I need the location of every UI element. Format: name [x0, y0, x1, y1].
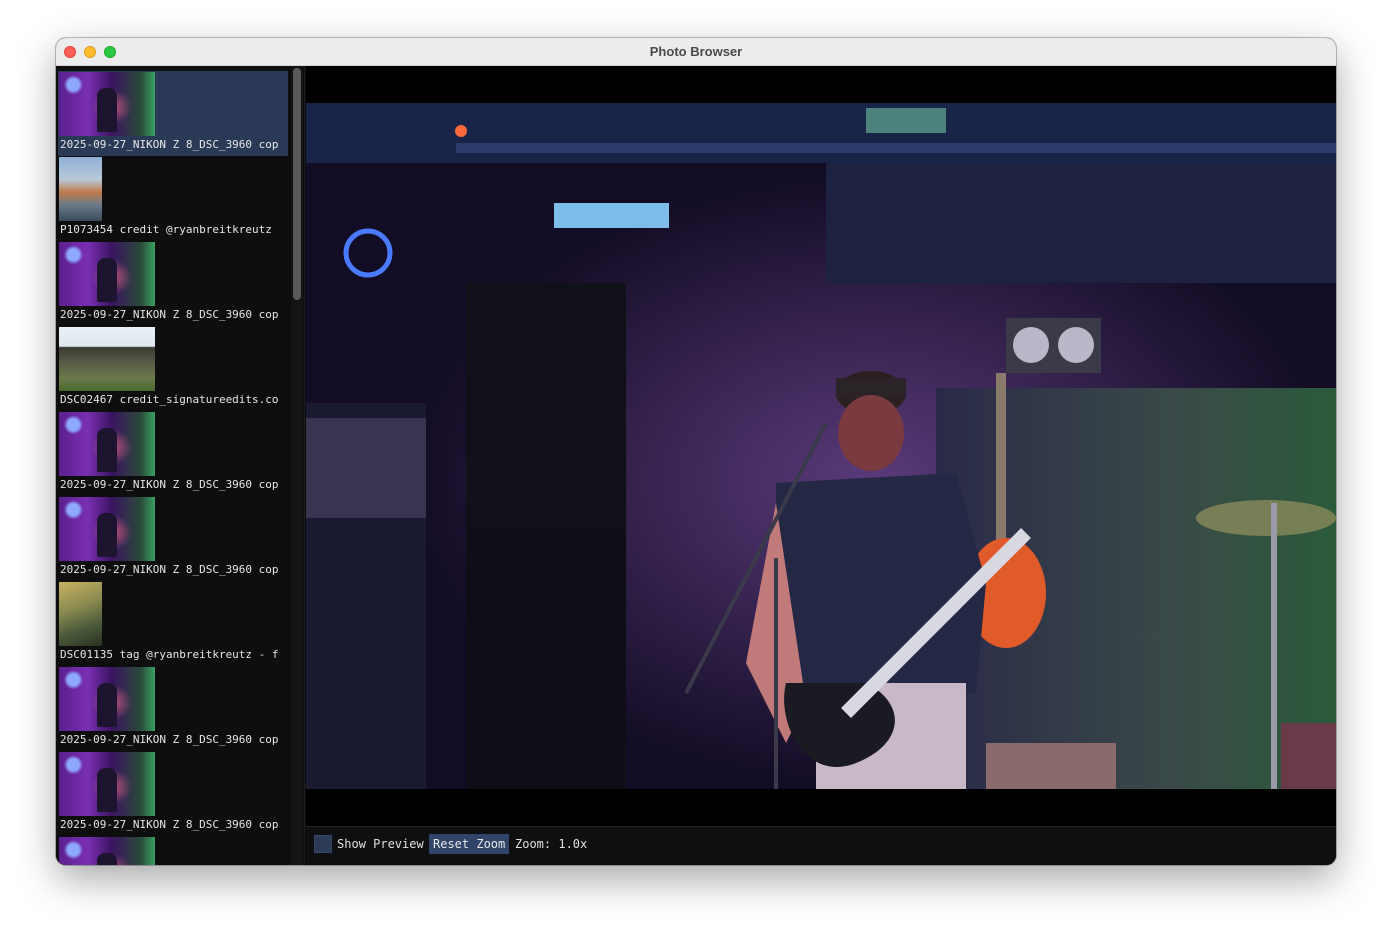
concert-photo[interactable] — [306, 103, 1336, 789]
thumbnail-label: 2025-09-27_NIKON Z 8_DSC_3960 cop — [60, 308, 279, 321]
window-title: Photo Browser — [649, 44, 743, 59]
thumbnail-label: 2025-09-27_NIKON Z 8_DSC_3960 cop — [60, 818, 279, 831]
reset-zoom-button[interactable]: Reset Zoom — [429, 834, 510, 854]
thumbnail-label: 2025-09-27_NIKON Z 8_DSC_3960 cop — [60, 478, 279, 491]
thumbnail-label: DSC02467 credit_signatureedits.co — [60, 393, 279, 406]
thumbnail-image — [59, 582, 102, 646]
thumbnail-image — [59, 752, 155, 816]
title-bar: Photo Browser — [56, 38, 1336, 66]
thumbnail-item[interactable]: 2025-09-27_NIKON Z 8_DSC_3960 cop — [58, 496, 288, 581]
sidebar-scrollbar[interactable] — [291, 66, 303, 865]
thumbnail-item[interactable]: DSC02467 credit_signatureedits.co — [58, 326, 288, 411]
thumbnail-label: 2025-09-27_NIKON Z 8_DSC_3960 cop — [60, 733, 279, 746]
thumbnail-label: P1073454 credit @ryanbreitkreutz — [60, 223, 272, 236]
thumbnail-item[interactable]: P1073454 credit @ryanbreitkreutz — [58, 156, 288, 241]
thumbnail-label: DSC01135 tag @ryanbreitkreutz - f — [60, 648, 279, 661]
thumbnail-image — [59, 837, 155, 865]
thumbnail-image — [59, 157, 102, 221]
thumbnail-item[interactable] — [58, 836, 288, 865]
thumbnail-image — [59, 242, 155, 306]
thumbnail-item[interactable]: 2025-09-27_NIKON Z 8_DSC_3960 cop — [58, 751, 288, 836]
thumbnail-item[interactable]: 2025-09-27_NIKON Z 8_DSC_3960 cop — [58, 666, 288, 751]
zoom-level-text: Zoom: 1.0x — [515, 837, 588, 851]
thumbnail-item[interactable]: DSC01135 tag @ryanbreitkreutz - f — [58, 581, 288, 666]
photo-browser-window: Photo Browser 2025-09-27_NIKON Z 8_DSC_3… — [56, 38, 1336, 865]
thumbnail-image — [59, 412, 155, 476]
bottom-toolbar: Show Preview Reset Zoom Zoom: 1.0x — [306, 826, 1336, 865]
thumbnail-image — [59, 497, 155, 561]
show-preview-label[interactable]: Show Preview — [337, 837, 424, 851]
thumbnail-item[interactable]: 2025-09-27_NIKON Z 8_DSC_3960 cop — [58, 71, 288, 156]
main-panel: Show Preview Reset Zoom Zoom: 1.0x — [306, 66, 1336, 865]
thumbnail-image — [59, 72, 155, 136]
concert-photo-art — [306, 103, 1336, 789]
thumbnail-image — [59, 667, 155, 731]
image-viewer[interactable] — [306, 66, 1336, 826]
show-preview-checkbox[interactable] — [314, 835, 332, 853]
thumbnail-label: 2025-09-27_NIKON Z 8_DSC_3960 cop — [60, 563, 279, 576]
thumbnail-sidebar: 2025-09-27_NIKON Z 8_DSC_3960 cop P10734… — [56, 66, 305, 865]
thumbnail-image — [59, 327, 155, 391]
scrollbar-thumb[interactable] — [293, 68, 301, 300]
thumbnail-item[interactable]: 2025-09-27_NIKON Z 8_DSC_3960 cop — [58, 241, 288, 326]
thumbnail-item[interactable]: 2025-09-27_NIKON Z 8_DSC_3960 cop — [58, 411, 288, 496]
thumbnail-label: 2025-09-27_NIKON Z 8_DSC_3960 cop — [60, 138, 279, 151]
